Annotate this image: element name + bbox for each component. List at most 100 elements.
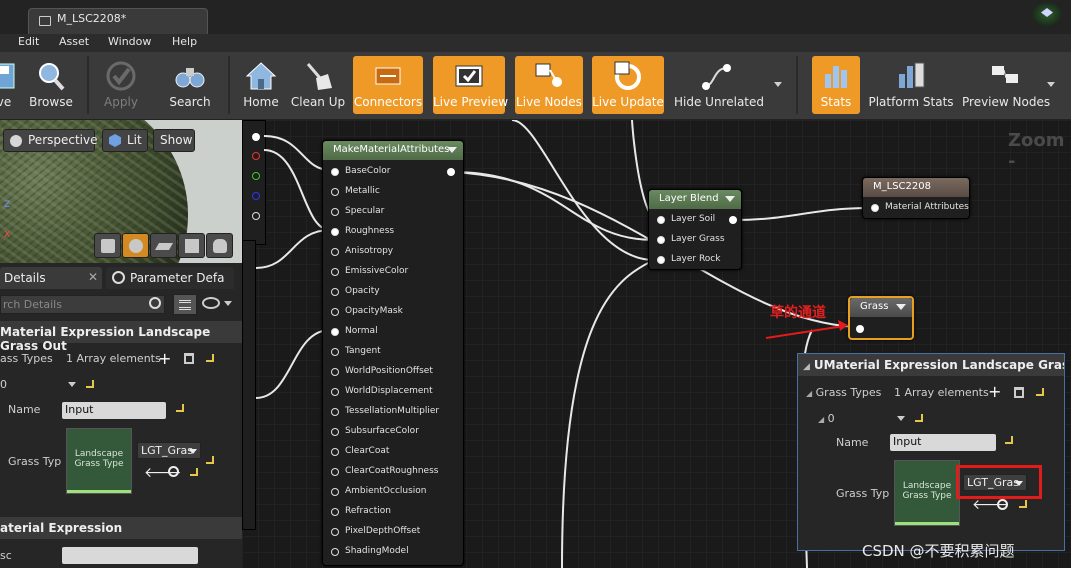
- perspective-button[interactable]: Perspective: [3, 129, 98, 152]
- input-pin[interactable]: [331, 368, 339, 376]
- tab-details[interactable]: Details ✕: [0, 267, 102, 289]
- input-pin[interactable]: [331, 388, 339, 396]
- input-pin[interactable]: [657, 256, 665, 264]
- browse-button[interactable]: Browse: [26, 56, 76, 114]
- reset-icon[interactable]: [1005, 436, 1013, 444]
- chevron-down-icon[interactable]: [1047, 82, 1055, 87]
- hide-unrelated-button[interactable]: Hide Unrelated: [674, 56, 764, 114]
- input-pin[interactable]: [331, 288, 339, 296]
- preview-viewport[interactable]: Perspective Lit Show Z X: [0, 120, 242, 263]
- input-pin[interactable]: [331, 168, 339, 176]
- input-pin[interactable]: [331, 248, 339, 256]
- desc-field[interactable]: [62, 547, 198, 564]
- section-header[interactable]: ◢UMaterial Expression Landscape Grass Ou: [798, 354, 1064, 376]
- menu-window[interactable]: Window: [108, 35, 151, 48]
- grid-view-button[interactable]: [173, 294, 197, 315]
- reset-icon[interactable]: [1036, 388, 1044, 396]
- stats-button[interactable]: Stats: [812, 56, 860, 114]
- tab-parameter-defaults[interactable]: Parameter Defa: [106, 267, 234, 289]
- cube-shape-button[interactable]: [178, 233, 205, 258]
- collapse-arrow-icon[interactable]: ◢: [806, 389, 812, 398]
- input-pin[interactable]: [331, 448, 339, 456]
- chevron-down-icon[interactable]: [896, 304, 906, 310]
- lit-button[interactable]: Lit: [102, 129, 148, 152]
- close-icon[interactable]: ✕: [88, 270, 98, 284]
- input-pin[interactable]: [331, 548, 339, 556]
- collapse-arrow-icon[interactable]: ◢: [803, 362, 810, 372]
- chevron-down-icon[interactable]: [447, 147, 457, 153]
- input-pin[interactable]: [331, 188, 339, 196]
- input-pin[interactable]: [331, 328, 339, 336]
- input-pin[interactable]: [856, 325, 864, 333]
- name-field[interactable]: Input: [62, 402, 166, 419]
- menu-help[interactable]: Help: [172, 35, 197, 48]
- input-pin[interactable]: [331, 268, 339, 276]
- browse-asset-icon[interactable]: [168, 466, 179, 477]
- reset-icon[interactable]: [190, 468, 198, 476]
- input-pin[interactable]: [331, 468, 339, 476]
- input-pin[interactable]: [331, 528, 339, 536]
- asset-picker-combo[interactable]: LGT_Gras: [137, 442, 201, 459]
- input-pin[interactable]: [657, 236, 665, 244]
- menu-edit[interactable]: Edit: [18, 35, 39, 48]
- teapot-shape-button[interactable]: [206, 233, 233, 258]
- platform-stats-button[interactable]: Platform Stats: [868, 56, 954, 114]
- material-output-node[interactable]: M_LSC2208 Material Attributes: [862, 177, 970, 219]
- layer-blend-node[interactable]: Layer Blend Layer Soil Layer Grass Layer…: [648, 189, 742, 270]
- input-pin[interactable]: [331, 428, 339, 436]
- show-button[interactable]: Show: [153, 129, 195, 152]
- details-search-input[interactable]: rch Details: [0, 295, 165, 314]
- trash-icon[interactable]: [1014, 387, 1024, 398]
- name-field[interactable]: Input: [890, 434, 996, 451]
- input-pin[interactable]: [331, 508, 339, 516]
- add-icon[interactable]: +: [988, 382, 1001, 401]
- input-pin[interactable]: [331, 488, 339, 496]
- reset-icon[interactable]: [915, 414, 923, 422]
- live-nodes-button[interactable]: Live Nodes: [515, 56, 583, 114]
- trash-icon[interactable]: [184, 353, 194, 364]
- input-pin[interactable]: [657, 216, 665, 224]
- chevron-down-icon[interactable]: [68, 382, 76, 387]
- connectors-button[interactable]: Connectors: [353, 56, 423, 114]
- live-preview-button[interactable]: Live Preview: [433, 56, 508, 114]
- reset-icon[interactable]: [86, 380, 94, 388]
- input-pin[interactable]: [871, 204, 879, 212]
- node-graph[interactable]: MakeMaterialAttributes BaseColor Metallic…: [242, 120, 1071, 568]
- sphere-shape-button[interactable]: [122, 233, 149, 258]
- section-header[interactable]: aterial Expression: [0, 517, 242, 539]
- input-pin[interactable]: [331, 348, 339, 356]
- chevron-down-icon[interactable]: [725, 196, 735, 202]
- asset-thumbnail[interactable]: Landscape Grass Type: [66, 428, 132, 494]
- menu-asset[interactable]: Asset: [59, 35, 89, 48]
- section-header[interactable]: Material Expression Landscape Grass Out: [0, 321, 242, 353]
- reset-icon[interactable]: [176, 404, 184, 412]
- chevron-down-icon[interactable]: [897, 416, 905, 421]
- output-pin[interactable]: [729, 216, 737, 224]
- asset-tab[interactable]: M_LSC2208*: [28, 8, 208, 34]
- browse-asset-icon[interactable]: [997, 499, 1008, 510]
- reset-icon[interactable]: [1019, 500, 1027, 508]
- apply-button[interactable]: Apply: [96, 56, 146, 114]
- cylinder-shape-button[interactable]: [94, 233, 121, 258]
- save-button[interactable]: ve: [0, 56, 16, 114]
- input-pin[interactable]: [331, 308, 339, 316]
- live-update-button[interactable]: Live Update: [592, 56, 664, 114]
- chevron-down-icon[interactable]: [774, 82, 782, 87]
- clean-up-button[interactable]: Clean Up: [290, 56, 346, 114]
- search-button[interactable]: Search: [165, 56, 215, 114]
- output-pin[interactable]: [447, 168, 455, 176]
- asset-thumbnail[interactable]: Landscape Grass Type: [894, 460, 960, 526]
- plane-shape-button[interactable]: [150, 233, 177, 258]
- reset-icon[interactable]: [206, 354, 214, 362]
- add-icon[interactable]: +: [158, 349, 171, 368]
- make-material-attributes-node[interactable]: MakeMaterialAttributes BaseColor Metallic…: [322, 140, 464, 566]
- home-button[interactable]: Home: [238, 56, 284, 114]
- input-pin[interactable]: [331, 408, 339, 416]
- input-pin[interactable]: [331, 228, 339, 236]
- eye-icon[interactable]: [202, 297, 220, 309]
- input-pin[interactable]: [331, 208, 339, 216]
- chevron-down-icon[interactable]: [224, 301, 232, 306]
- preview-nodes-button[interactable]: Preview Nodes: [962, 56, 1050, 114]
- collapse-arrow-icon[interactable]: ◢: [818, 415, 824, 424]
- reset-icon[interactable]: [206, 456, 214, 464]
